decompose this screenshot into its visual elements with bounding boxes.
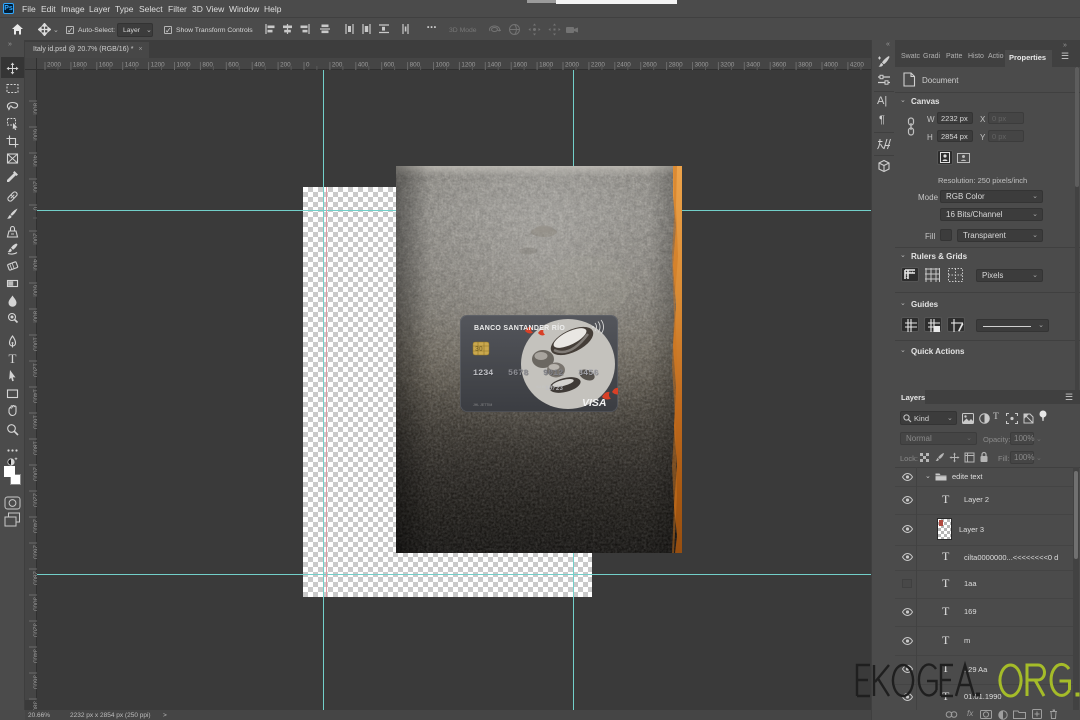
svg-text:600: 600	[32, 129, 38, 140]
svg-text:3400: 3400	[746, 62, 761, 69]
svg-text:1600: 1600	[99, 62, 114, 69]
svg-text:2800: 2800	[669, 62, 684, 69]
svg-text:1200: 1200	[32, 363, 38, 378]
svg-text:3600: 3600	[772, 62, 787, 69]
svg-text:800: 800	[410, 62, 421, 69]
svg-text:1234: 1234	[473, 368, 493, 378]
svg-text:1200: 1200	[461, 62, 476, 69]
svg-text:1400: 1400	[125, 62, 140, 69]
svg-text:400: 400	[254, 62, 265, 69]
svg-text:1800: 1800	[539, 62, 554, 69]
svg-text:3456: 3456	[578, 368, 598, 378]
svg-text:VISA: VISA	[582, 397, 607, 409]
svg-text:2600: 2600	[643, 62, 658, 69]
svg-text:0: 0	[306, 62, 310, 69]
svg-text:1400: 1400	[32, 389, 38, 404]
svg-text:1400: 1400	[487, 62, 502, 69]
svg-text:600: 600	[228, 62, 239, 69]
svg-text:30: 30	[475, 346, 483, 353]
svg-text:3000: 3000	[32, 597, 38, 612]
svg-text:200: 200	[32, 181, 38, 192]
svg-text:1800: 1800	[73, 62, 88, 69]
svg-text:1600: 1600	[32, 415, 38, 430]
svg-text:3600: 3600	[32, 675, 38, 690]
svg-text:3400: 3400	[32, 649, 38, 664]
svg-text:4200: 4200	[850, 62, 865, 69]
svg-text:800: 800	[32, 103, 38, 114]
svg-text:2000: 2000	[565, 62, 580, 69]
svg-text:400: 400	[358, 62, 369, 69]
svg-text:3200: 3200	[720, 62, 735, 69]
svg-text:3000: 3000	[695, 62, 710, 69]
svg-text:1000: 1000	[32, 337, 38, 352]
svg-text:600: 600	[384, 62, 395, 69]
svg-text:JHL JETTIM: JHL JETTIM	[473, 403, 492, 407]
svg-text:10/23: 10/23	[545, 385, 563, 392]
svg-text:200: 200	[280, 62, 291, 69]
svg-text:600: 600	[32, 285, 38, 296]
svg-text:3200: 3200	[32, 623, 38, 638]
svg-text:2000: 2000	[47, 62, 62, 69]
svg-text:800: 800	[32, 311, 38, 322]
svg-text:2400: 2400	[32, 519, 38, 534]
svg-text:1600: 1600	[513, 62, 528, 69]
svg-text:T: T	[9, 352, 17, 365]
svg-text:2200: 2200	[591, 62, 606, 69]
svg-text:4000: 4000	[824, 62, 839, 69]
svg-text:BANCO SANTANDER RÍO: BANCO SANTANDER RÍO	[474, 323, 565, 332]
svg-text:1800: 1800	[32, 441, 38, 456]
svg-text:3800: 3800	[32, 701, 38, 710]
svg-text:9012: 9012	[543, 368, 563, 378]
svg-text:400: 400	[32, 155, 38, 166]
svg-text:2400: 2400	[617, 62, 632, 69]
svg-text:2600: 2600	[32, 545, 38, 560]
svg-text:1000: 1000	[177, 62, 192, 69]
svg-text:2000: 2000	[32, 467, 38, 482]
svg-text:800: 800	[202, 62, 213, 69]
svg-text:200: 200	[32, 233, 38, 244]
svg-text:1200: 1200	[151, 62, 166, 69]
svg-text:3800: 3800	[798, 62, 813, 69]
svg-text:400: 400	[32, 259, 38, 270]
svg-text:2200: 2200	[32, 493, 38, 508]
svg-text:1000: 1000	[436, 62, 451, 69]
svg-text:200: 200	[332, 62, 343, 69]
svg-text:5678: 5678	[508, 368, 528, 378]
